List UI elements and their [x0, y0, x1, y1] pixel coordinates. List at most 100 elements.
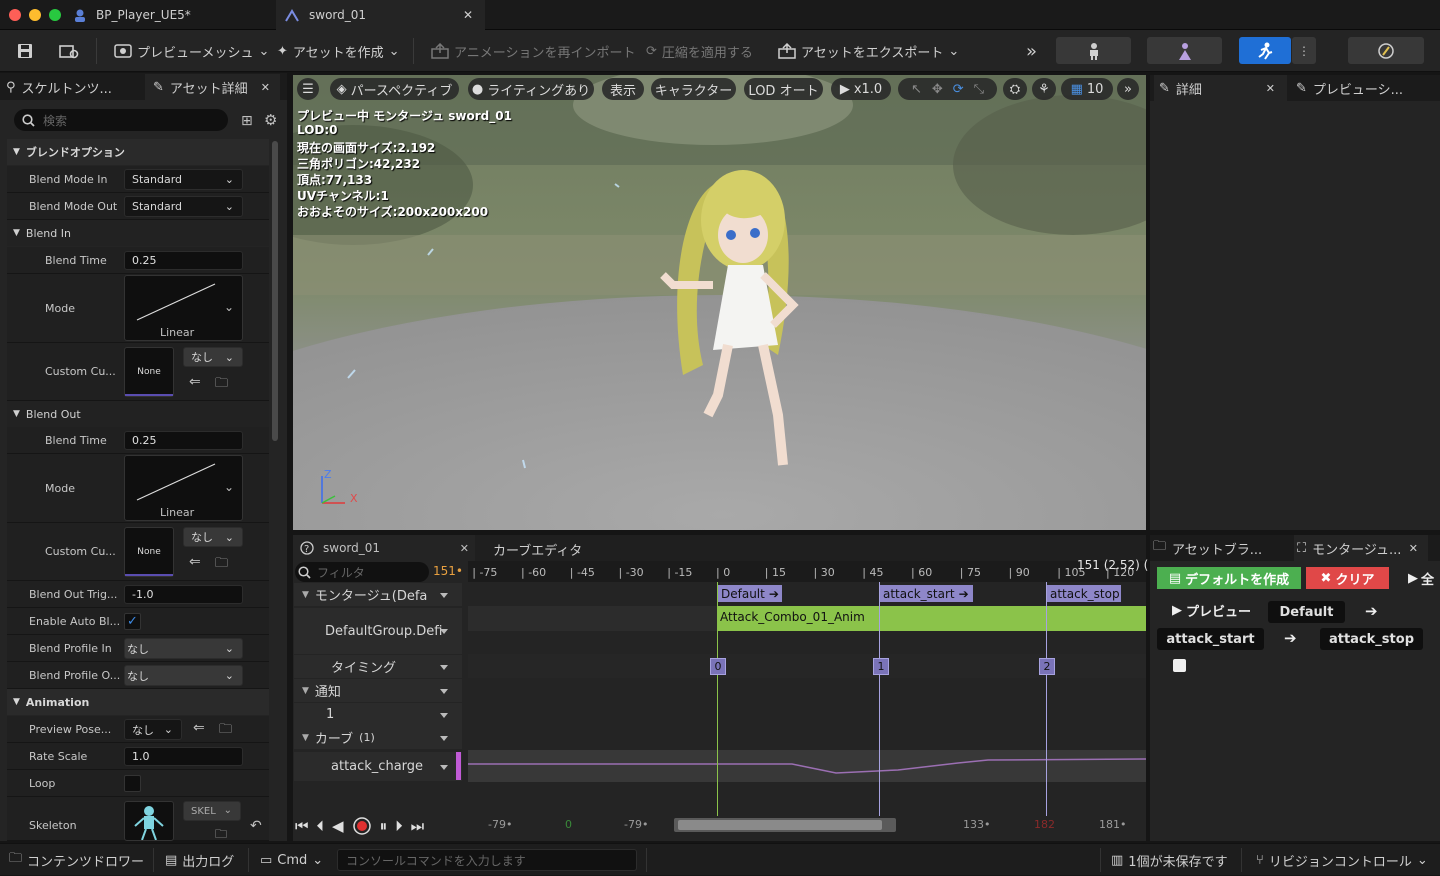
timing-marker-2[interactable]: 2	[1039, 658, 1055, 675]
create-default-button[interactable]: ▤ デフォルトを作成	[1157, 567, 1301, 589]
tab-bp-player[interactable]: BP_Player_UE5*	[70, 0, 275, 30]
blend-in-time-input[interactable]: 0.25	[124, 251, 243, 270]
blend-profile-in-dropdown[interactable]: なし ⌄	[124, 638, 243, 659]
content-drawer-button[interactable]: 🗀 コンテンツドロワー	[9, 844, 144, 876]
search-input[interactable]: 検索	[14, 109, 228, 131]
preview-all-button[interactable]: ▶ 全	[1408, 569, 1434, 588]
revision-control-button[interactable]: ⑂ リビジョンコントロール ⌄	[1256, 844, 1428, 876]
show-button[interactable]: 表示	[602, 78, 644, 100]
step-forward-icon[interactable]: ⏵	[395, 817, 403, 835]
blend-profile-out-dropdown[interactable]: なし ⌄	[124, 665, 243, 686]
select-icon[interactable]: ↖	[911, 82, 922, 97]
timeline-scrollbar[interactable]	[674, 818, 896, 832]
move-icon[interactable]: ✥	[932, 82, 943, 97]
curve-asset-thumbnail[interactable]: None	[124, 527, 174, 577]
loop-toggle-square[interactable]	[1173, 659, 1186, 672]
pause-icon[interactable]: ⏸	[380, 817, 388, 835]
character-button[interactable]: キャラクター	[651, 78, 736, 100]
reimport-animation-button[interactable]: アニメーションを再インポート	[431, 30, 635, 72]
grid-snap-button[interactable]: ▦ 10	[1061, 78, 1113, 100]
skeleton-dropdown[interactable]: SKEL ⌄	[183, 801, 241, 821]
rotate-icon[interactable]: ⟳	[953, 82, 964, 97]
browse-folder-icon[interactable]: 🗀	[215, 554, 228, 576]
scale-icon[interactable]: ⤡	[974, 82, 984, 97]
tab-details[interactable]: ✎ 詳細 ✕	[1154, 75, 1287, 101]
skip-to-end-icon[interactable]: ⏭	[411, 817, 425, 835]
track-attack-charge[interactable]: attack_charge	[294, 752, 462, 781]
section-default-button[interactable]: Default	[1268, 601, 1345, 623]
snap-settings-button[interactable]: ⚘	[1032, 78, 1056, 100]
timeline-scroll-thumb[interactable]	[678, 820, 882, 830]
track-default-group[interactable]: DefaultGroup.Defi	[294, 608, 462, 654]
record-icon[interactable]	[352, 816, 372, 836]
cmd-dropdown[interactable]: ▭ Cmd ⌄	[260, 844, 323, 876]
skeleton-thumbnail[interactable]	[124, 801, 174, 841]
timeline-area[interactable]: Attack_Combo_01_Anim Default ➔ attack_sta…	[468, 561, 1146, 816]
track-curves[interactable]: ▼ カーブ (1)	[294, 726, 462, 749]
section-default[interactable]: Default ➔	[718, 585, 782, 602]
playhead-line[interactable]	[717, 582, 718, 816]
section-attack-start-button[interactable]: attack_start	[1157, 628, 1264, 650]
tab-skeleton-tree[interactable]: ⚲ スケルトンツ...	[6, 74, 141, 100]
loop-checkbox[interactable]	[124, 775, 141, 792]
filter-input[interactable]: フィルタ	[295, 562, 429, 582]
play-rate-button[interactable]: ▶ x1.0	[831, 78, 891, 100]
browse-folder-icon[interactable]: 🗀	[219, 720, 232, 742]
section-attack-stop-button[interactable]: attack_stop	[1320, 628, 1423, 650]
track-montage[interactable]: ▼ モンタージュ(Defa	[294, 583, 462, 606]
tab-sword-01[interactable]: sword_01 ✕	[276, 0, 485, 30]
use-selected-icon[interactable]: ⇐	[189, 374, 201, 390]
section-blend-in[interactable]: ▼ Blend In	[7, 220, 269, 246]
scrollbar-thumb[interactable]	[272, 141, 278, 441]
mode-options-button[interactable]: ⋮	[1292, 37, 1316, 64]
viewport[interactable]: ☰ ◈ パースペクティブ ● ライティングあり 表示 キャラクター LOD オー…	[293, 75, 1146, 530]
preview-pose-dropdown[interactable]: なし ⌄	[124, 719, 182, 740]
close-icon[interactable]: ✕	[261, 81, 270, 94]
zoom-window-button[interactable]	[49, 9, 61, 21]
track-timing[interactable]: タイミング	[294, 655, 462, 678]
tab-curve-editor[interactable]: カーブエディタ	[493, 540, 582, 559]
track-notify-1[interactable]: 1	[294, 703, 462, 726]
lod-button[interactable]: LOD オート	[744, 78, 823, 100]
gear-icon[interactable]: ⚙	[264, 111, 277, 129]
close-icon[interactable]: ✕	[1409, 542, 1418, 555]
preview-mesh-button[interactable]: プレビューメッシュ ⌄	[114, 30, 269, 72]
create-asset-button[interactable]: ✦ アセットを作成 ⌄	[277, 30, 400, 72]
lighting-button[interactable]: ● ライティングあり	[468, 78, 594, 100]
track-notify[interactable]: ▼ 通知	[294, 679, 462, 702]
section-attack-start[interactable]: attack_start ➔	[880, 585, 973, 602]
section-attack-stop[interactable]: attack_stop	[1047, 585, 1121, 602]
console-input[interactable]: コンソールコマンドを入力します	[337, 849, 637, 871]
rate-scale-input[interactable]: 1.0	[124, 747, 243, 766]
section-animation[interactable]: ▼ Animation	[7, 689, 269, 715]
enable-auto-blend-checkbox[interactable]: ✓	[124, 613, 141, 630]
more-tools-button[interactable]: »	[1026, 30, 1037, 72]
minimize-window-button[interactable]	[29, 9, 41, 21]
tab-asset-details[interactable]: ✎ アセット詳細 ✕	[145, 74, 280, 100]
use-selected-icon[interactable]: ⇐	[189, 554, 201, 570]
reset-arrow-icon[interactable]: ↶	[250, 818, 262, 834]
blend-in-mode-picker[interactable]: Linear ⌄	[124, 275, 243, 341]
blend-out-mode-picker[interactable]: Linear ⌄	[124, 455, 243, 521]
blueprint-mode-button[interactable]	[1348, 37, 1424, 64]
tab-montage-timeline[interactable]: ? sword_01 ✕	[293, 535, 475, 561]
browse-folder-icon[interactable]: 🗀	[215, 374, 228, 396]
save-button[interactable]	[16, 30, 34, 72]
use-selected-icon[interactable]: ⇐	[193, 720, 205, 736]
table-view-icon[interactable]: ⊞	[241, 113, 253, 129]
close-icon[interactable]: ✕	[463, 8, 473, 22]
close-icon[interactable]: ✕	[1266, 82, 1275, 95]
timing-marker-1[interactable]: 1	[873, 658, 889, 675]
timing-marker-0[interactable]: 0	[710, 658, 726, 675]
close-icon[interactable]: ✕	[460, 542, 469, 555]
mesh-mode-button[interactable]	[1147, 37, 1222, 64]
blend-mode-in-dropdown[interactable]: Standard ⌄	[124, 169, 243, 190]
output-log-button[interactable]: ▤ 出力ログ	[165, 844, 234, 876]
tab-preview-scene[interactable]: ✎ プレビューシ...	[1296, 75, 1436, 101]
clear-button[interactable]: ✖ クリア	[1306, 567, 1389, 589]
camera-speed-button[interactable]: ⛭	[1003, 78, 1027, 100]
play-reverse-icon[interactable]: ◀	[332, 817, 344, 835]
unsaved-button[interactable]: ▥ 1個が未保存です	[1111, 844, 1228, 876]
close-window-button[interactable]	[9, 9, 21, 21]
tab-asset-browser[interactable]: 🗀 アセットブラ...	[1153, 535, 1293, 561]
